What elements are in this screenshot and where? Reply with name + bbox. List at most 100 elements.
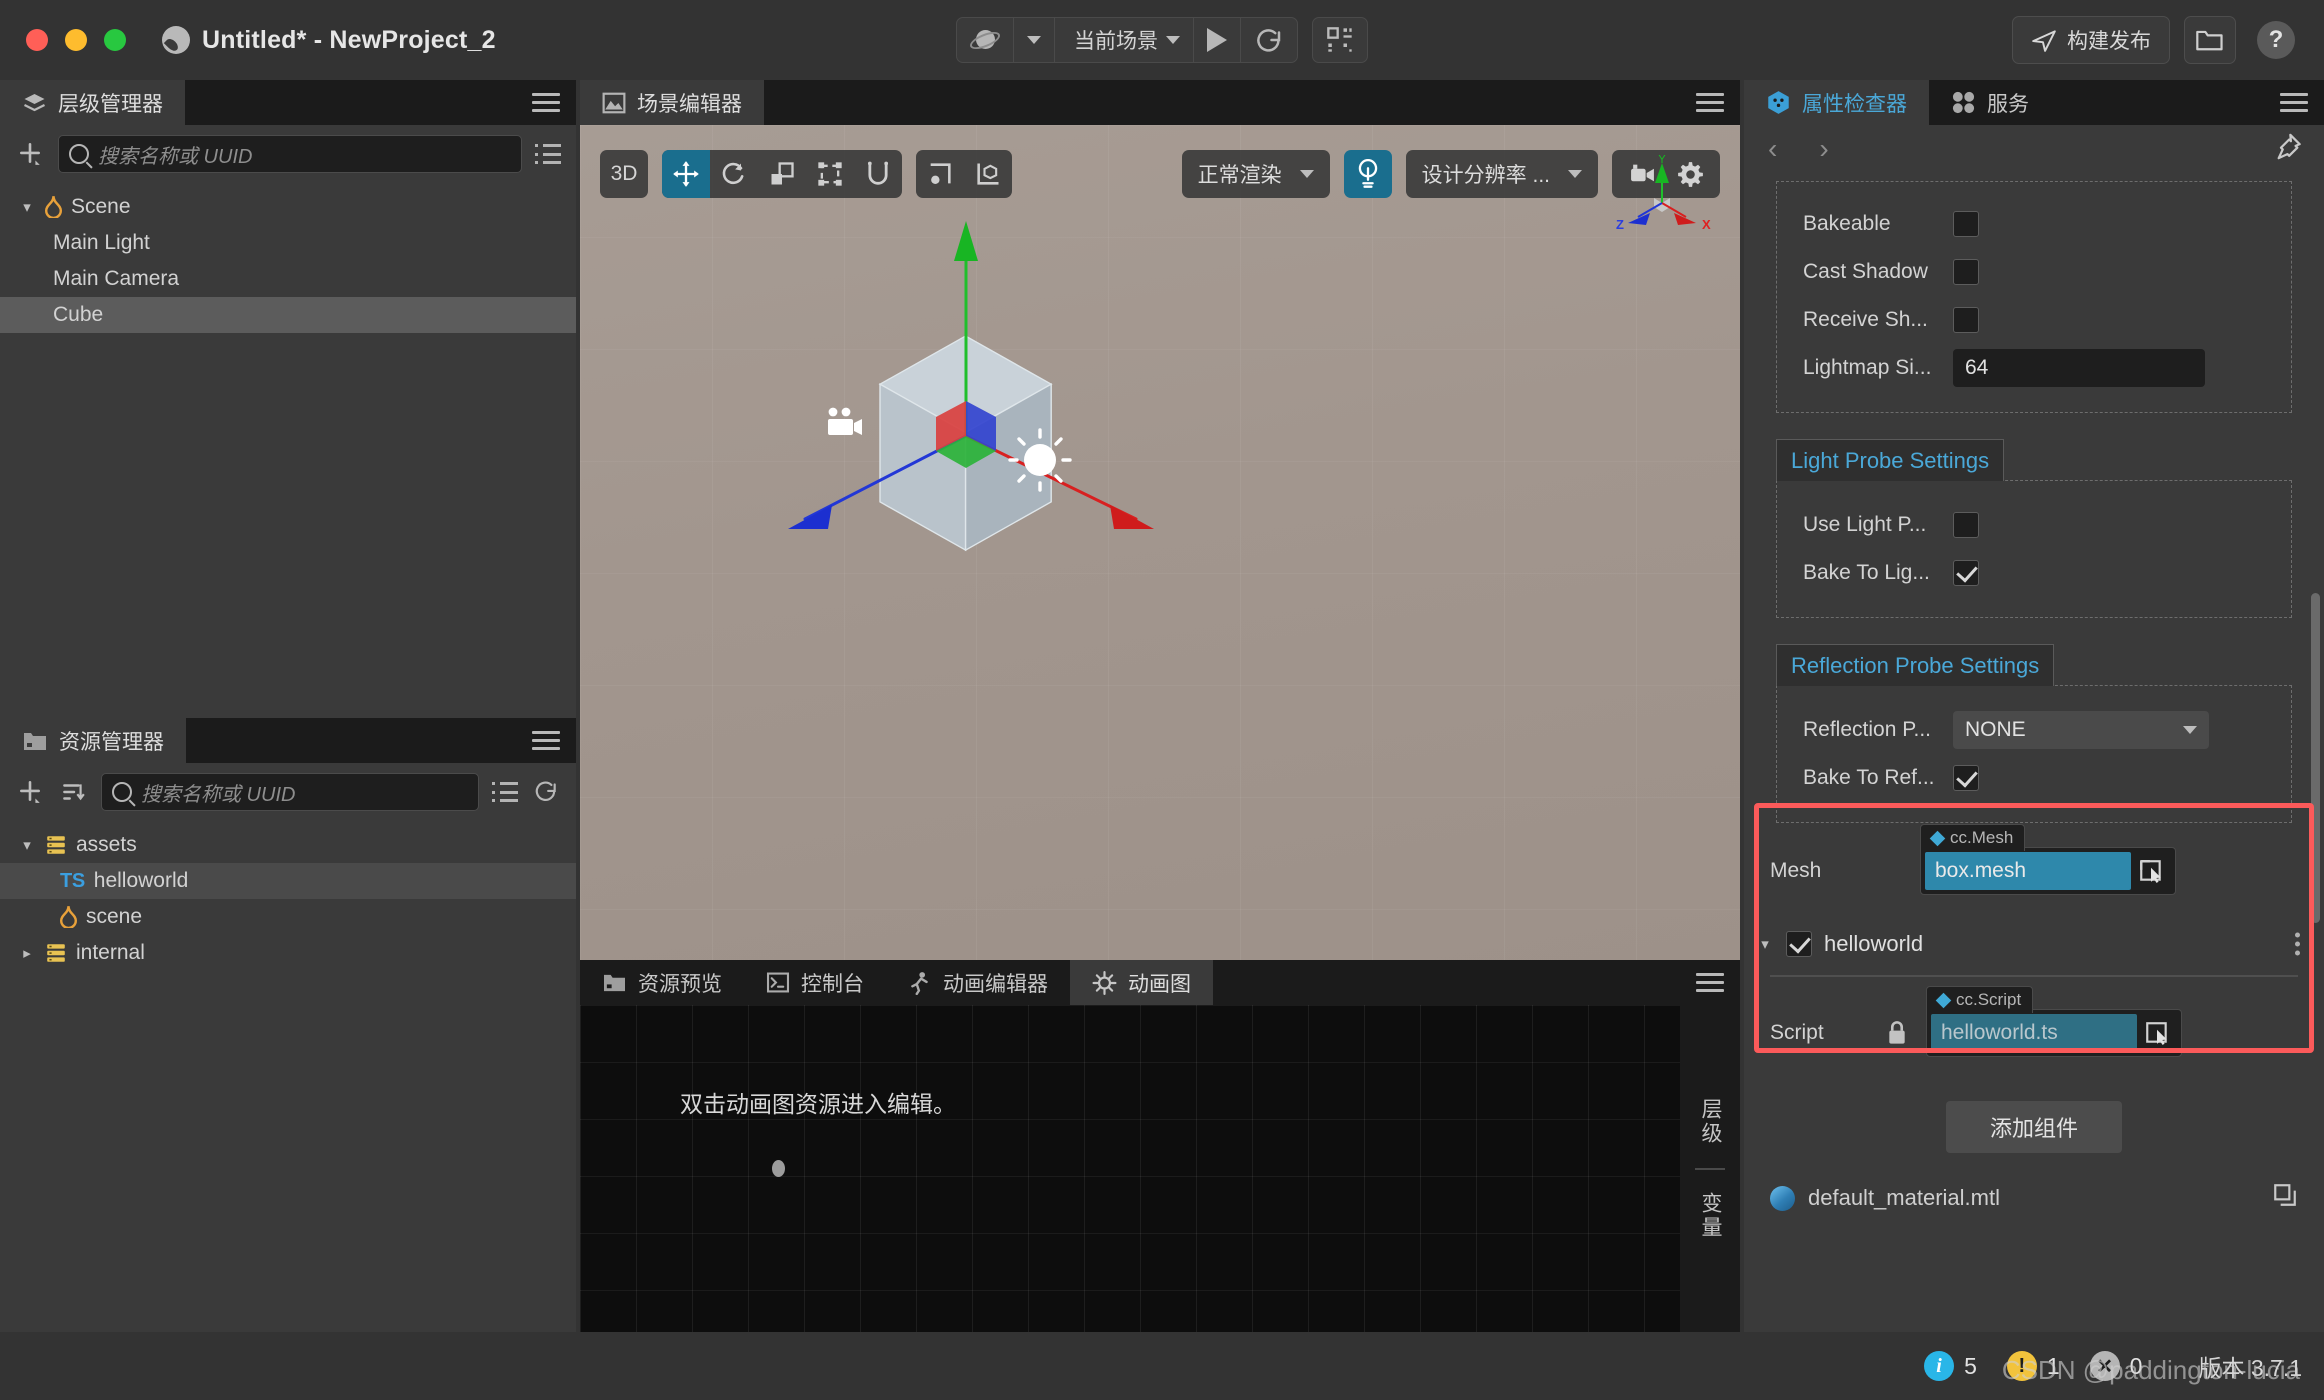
asset-node-assets[interactable]: ▾ assets xyxy=(0,827,576,863)
animation-graph-canvas[interactable]: 双击动画图资源进入编辑。 xyxy=(580,1005,1680,1332)
light-probe-section-title[interactable]: Light Probe Settings xyxy=(1776,439,2005,481)
bake-to-reflection-probe-checkbox[interactable] xyxy=(1953,765,1979,791)
reflection-probe-select[interactable]: NONE xyxy=(1953,711,2209,749)
asset-node-helloworld[interactable]: TS helloworld xyxy=(0,863,576,899)
rotate-tool-button[interactable] xyxy=(710,150,758,198)
script-asset-slot[interactable]: cc.Script helloworld.ts xyxy=(1926,986,2182,1057)
hierarchy-node-main-light[interactable]: Main Light xyxy=(0,225,576,261)
platform-icon-cell[interactable] xyxy=(957,18,1014,62)
window-controls[interactable] xyxy=(26,29,126,51)
tab-animation-editor[interactable]: 动画编辑器 xyxy=(886,960,1070,1005)
status-warning[interactable]: ! 1 xyxy=(2006,1351,2060,1381)
status-error[interactable]: ✕ 0 xyxy=(2089,1351,2142,1381)
material-row[interactable]: default_material.mtl xyxy=(1744,1175,2324,1221)
tab-asset-preview[interactable]: 资源预览 xyxy=(580,960,744,1005)
tab-hierarchy[interactable]: 层级管理器 xyxy=(0,80,185,125)
hierarchy-node-cube[interactable]: Cube xyxy=(0,297,576,333)
inspector-menu-button[interactable] xyxy=(2280,92,2308,113)
asset-node-scene[interactable]: scene xyxy=(0,899,576,935)
add-node-button[interactable] xyxy=(15,139,45,169)
scene-viewport[interactable]: 3D 正常渲染 设计分辨率 ... Y X Z xyxy=(580,125,1740,960)
add-asset-button[interactable] xyxy=(15,777,45,807)
lightmap-size-input[interactable]: 64 xyxy=(1953,349,2205,387)
field-bake-to-light-probe[interactable]: Bake To Lig... xyxy=(1777,549,2291,597)
hierarchy-search-input[interactable]: 搜索名称或 UUID xyxy=(58,135,522,173)
more-vertical-icon[interactable] xyxy=(2295,932,2300,956)
platform-selector[interactable]: 当前场景 xyxy=(956,17,1298,63)
tab-inspector[interactable]: 属性检查器 xyxy=(1744,80,1929,125)
qr-preview-button[interactable] xyxy=(1312,17,1368,63)
mesh-asset-slot[interactable]: cc.Mesh box.mesh xyxy=(1920,824,2176,895)
chevron-left-icon[interactable]: ‹ xyxy=(1768,133,1777,165)
field-receive-shadow[interactable]: Receive Sh... xyxy=(1777,296,2291,344)
refresh-button[interactable] xyxy=(1241,18,1297,62)
maximize-window-button[interactable] xyxy=(104,29,126,51)
component-enabled-checkbox[interactable] xyxy=(1786,931,1812,957)
sort-assets-button[interactable] xyxy=(58,777,88,807)
chevron-down-icon[interactable]: ▾ xyxy=(18,198,36,216)
minimize-window-button[interactable] xyxy=(65,29,87,51)
field-lightmap-size[interactable]: Lightmap Si... 64 xyxy=(1777,344,2291,392)
duplicate-icon[interactable] xyxy=(2272,1182,2298,1214)
help-button[interactable]: ? xyxy=(2250,16,2302,64)
build-publish-button[interactable]: 构建发布 xyxy=(2012,16,2170,64)
component-header-helloworld[interactable]: ▾ helloworld xyxy=(1744,921,2324,967)
render-mode-dropdown[interactable]: 正常渲染 xyxy=(1181,150,1330,198)
close-window-button[interactable] xyxy=(26,29,48,51)
graph-node-handle[interactable] xyxy=(772,1160,785,1177)
field-reflection-probe[interactable]: Reflection P... NONE xyxy=(1777,706,2291,754)
pivot-toggle-button[interactable] xyxy=(916,150,964,198)
script-slot-frame[interactable]: helloworld.ts xyxy=(1926,1009,2182,1057)
hierarchy-filter-button[interactable] xyxy=(535,144,561,164)
rect-transform-tool-button[interactable] xyxy=(806,150,854,198)
assets-refresh-button[interactable] xyxy=(531,777,561,807)
reflection-probe-section-title[interactable]: Reflection Probe Settings xyxy=(1776,644,2055,686)
magnet-tool-button[interactable] xyxy=(854,150,902,198)
chevron-right-icon[interactable]: › xyxy=(1819,133,1828,165)
chevron-right-icon[interactable]: ▸ xyxy=(18,944,36,962)
assets-list-view-button[interactable] xyxy=(492,782,518,802)
resolution-dropdown[interactable]: 设计分辨率 ... xyxy=(1405,150,1598,198)
inspector-content[interactable]: Bakeable Cast Shadow Receive Sh... Light… xyxy=(1744,173,2324,1332)
qr-cell[interactable] xyxy=(1313,18,1367,62)
inspector-scrollbar[interactable] xyxy=(2311,593,2320,923)
tab-services[interactable]: 服务 xyxy=(1929,80,2051,125)
tab-console[interactable]: 控制台 xyxy=(744,960,886,1005)
field-cast-shadow[interactable]: Cast Shadow xyxy=(1777,248,2291,296)
field-bake-to-reflection-probe[interactable]: Bake To Ref... xyxy=(1777,754,2291,802)
assets-search-input[interactable]: 搜索名称或 UUID xyxy=(101,773,479,811)
pin-icon[interactable] xyxy=(2274,133,2302,166)
hierarchy-menu-button[interactable] xyxy=(532,92,560,113)
toggle-3d-button[interactable]: 3D xyxy=(600,150,648,198)
field-use-light-probe[interactable]: Use Light P... xyxy=(1777,501,2291,549)
move-tool-button[interactable] xyxy=(662,150,710,198)
scale-tool-button[interactable] xyxy=(758,150,806,198)
status-info[interactable]: i 5 xyxy=(1924,1351,1977,1381)
field-bakeable[interactable]: Bakeable xyxy=(1777,200,2291,248)
asset-pick-icon[interactable] xyxy=(2137,1014,2177,1052)
mesh-slot-frame[interactable]: box.mesh xyxy=(1920,847,2176,895)
bake-to-light-probe-checkbox[interactable] xyxy=(1953,560,1979,586)
asset-pick-icon[interactable] xyxy=(2131,852,2171,890)
tab-scene-editor[interactable]: 场景编辑器 xyxy=(580,80,764,125)
add-component-button[interactable]: 添加组件 xyxy=(1946,1101,2122,1153)
coordinate-toggle-button[interactable] xyxy=(964,150,1012,198)
asset-node-internal[interactable]: ▸ internal xyxy=(0,935,576,971)
hierarchy-node-scene[interactable]: ▾ Scene xyxy=(0,189,576,225)
use-light-probe-checkbox[interactable] xyxy=(1953,512,1979,538)
scene-menu-button[interactable] xyxy=(1696,92,1724,113)
open-project-folder-button[interactable] xyxy=(2184,16,2236,64)
platform-dropdown-button[interactable] xyxy=(1014,18,1055,62)
mesh-value[interactable]: box.mesh xyxy=(1925,852,2131,890)
tab-assets[interactable]: 资源管理器 xyxy=(0,718,186,763)
cast-shadow-checkbox[interactable] xyxy=(1953,259,1979,285)
script-value[interactable]: helloworld.ts xyxy=(1931,1014,2137,1052)
hierarchy-node-main-camera[interactable]: Main Camera xyxy=(0,261,576,297)
play-button[interactable] xyxy=(1194,18,1241,62)
chevron-down-icon[interactable]: ▾ xyxy=(1756,935,1774,953)
dock-menu-button[interactable] xyxy=(1696,972,1724,993)
receive-shadow-checkbox[interactable] xyxy=(1953,307,1979,333)
chevron-down-icon[interactable]: ▾ xyxy=(18,836,36,854)
axis-gizmo[interactable]: Y X Z xyxy=(1612,155,1712,245)
graph-sidebar-variables-label[interactable]: 变量 xyxy=(1695,1192,1725,1240)
